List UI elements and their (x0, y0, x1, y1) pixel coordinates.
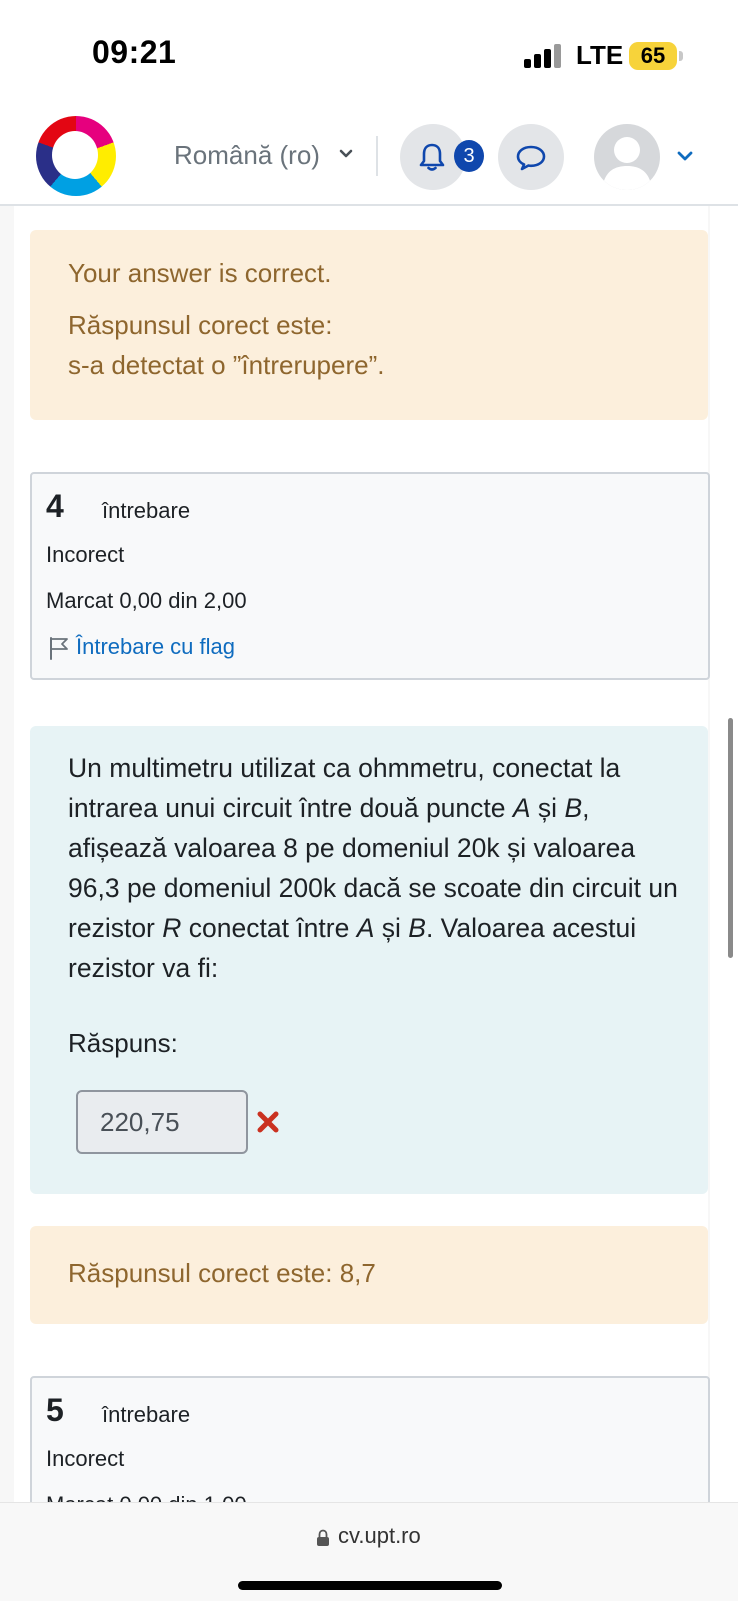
lock-icon (317, 1529, 329, 1546)
question-label: întrebare (102, 1402, 191, 1427)
site-logo[interactable] (36, 116, 116, 196)
chevron-down-icon[interactable] (338, 146, 354, 162)
question-info-4: 4 întrebare Incorect Marcat 0,00 din 2,0… (30, 472, 710, 680)
cellular-signal-icon (524, 44, 562, 68)
right-answer-text: Răspunsul corect este: 8,7 (68, 1258, 376, 1288)
status-time: 09:21 (92, 34, 177, 70)
question-grade: Marcat 0,00 din 2,00 (46, 588, 247, 613)
url-text[interactable]: cv.upt.ro (338, 1523, 421, 1549)
question-label: întrebare (102, 498, 191, 523)
battery-level: 65 (640, 43, 666, 68)
user-avatar-icon (602, 137, 652, 190)
incorrect-cross-icon (257, 1111, 279, 1133)
home-indicator[interactable] (238, 1581, 502, 1590)
question-text: Un multimetru utilizat ca ohmmetru, cone… (68, 748, 678, 988)
battery-cap (679, 51, 683, 61)
navbar-divider (376, 136, 378, 176)
notification-bell-icon (419, 143, 445, 171)
status-bar: 09:21 LTE 65 (0, 0, 738, 108)
question-number: 5 (46, 1392, 64, 1428)
network-type: LTE (576, 40, 624, 70)
feedback-text: Your answer is correct. (68, 258, 332, 288)
language-menu[interactable]: Română (ro) (174, 140, 320, 171)
point-a: A (356, 913, 375, 943)
point-b: B (564, 793, 583, 823)
flag-icon (50, 637, 68, 660)
logo-center (52, 131, 98, 179)
question-text-part: și (374, 913, 409, 943)
browser-address-bar[interactable]: cv.upt.ro (0, 1502, 738, 1601)
resistor-r: R (162, 913, 182, 943)
correct-answer-feedback: Răspunsul corect este: 8,7 (30, 1226, 708, 1324)
notification-count-badge: 3 (454, 140, 484, 172)
right-answer-label: Răspunsul corect este: (68, 310, 333, 340)
site-navbar: Română (ro) 3 (0, 108, 738, 206)
question-number: 4 (46, 488, 64, 524)
point-a: A (512, 793, 531, 823)
message-icon (516, 145, 546, 171)
question-formulation: Un multimetru utilizat ca ohmmetru, cone… (30, 726, 708, 1194)
answer-label: Răspuns: (68, 1028, 178, 1058)
battery-icon: 65 (629, 42, 677, 70)
question-info-5: 5 întrebare Incorect Marcat 0,00 din 1,0… (30, 1376, 710, 1520)
question-state: Incorect (46, 542, 125, 567)
question-state: Incorect (46, 1446, 125, 1471)
user-avatar[interactable] (594, 124, 660, 190)
previous-question-feedback: Your answer is correct. Răspunsul corect… (30, 230, 708, 420)
scrollbar[interactable] (728, 718, 733, 958)
question-text-part: și (530, 793, 565, 823)
messages-button[interactable] (498, 124, 564, 190)
point-b: B (408, 913, 426, 943)
question-text-part: conectat între (181, 913, 357, 943)
right-answer-text: s-a detectat o ”întrerupere”. (68, 350, 385, 380)
user-menu-chevron-icon[interactable] (676, 148, 694, 164)
answer-field[interactable]: 220,75 (76, 1090, 248, 1154)
flag-question-text[interactable]: Întrebare cu flag (76, 634, 235, 660)
